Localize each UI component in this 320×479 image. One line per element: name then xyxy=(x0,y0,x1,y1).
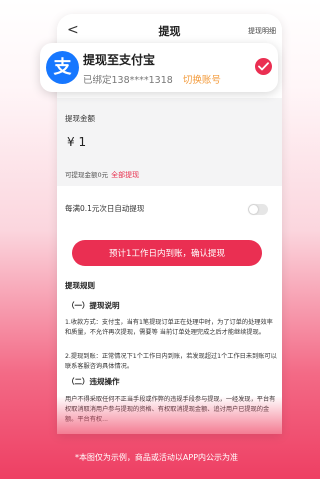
rules-item-3: 用户不得采取任何不正当手段或作弊的违规手段参与提现，一经发现，平台有权取消取消用… xyxy=(65,396,276,423)
bound-account: 已绑定138****1318 切换账号 xyxy=(83,72,221,86)
toggle-knob xyxy=(249,205,258,214)
auto-withdraw-row: 每满0.1元次日自动提现 xyxy=(57,195,282,223)
rules-section-1-title: （一）提现说明 xyxy=(67,301,120,310)
rules-title: 提现规则 xyxy=(65,281,95,290)
amount-label: 提现金额 xyxy=(65,114,95,123)
confirm-withdraw-button[interactable]: 预计1工作日内到账，确认提现 xyxy=(72,240,262,266)
amount-input[interactable]: ¥ 1 xyxy=(67,135,86,149)
withdraw-history-link[interactable]: 提现明细 xyxy=(248,26,276,36)
auto-withdraw-toggle[interactable] xyxy=(248,204,268,215)
auto-withdraw-label: 每满0.1元次日自动提现 xyxy=(65,204,145,213)
available-balance: 可提现金额0元 全部提现 xyxy=(65,169,139,180)
switch-account-link[interactable]: 切换账号 xyxy=(183,75,221,86)
alipay-icon: 支 xyxy=(46,51,79,84)
rules-item-2: 2.提现到账：正常情况下1个工作日内到账，若发现超过1个工作日未到账可以联系客服… xyxy=(65,353,277,370)
disclaimer: *本图仅为示例，商品或活动以APP内公示为准 xyxy=(74,453,239,462)
check-icon[interactable] xyxy=(255,58,272,75)
account-card-title: 提现至支付宝 xyxy=(83,53,156,67)
rules-section-2-title: （二）违规操作 xyxy=(67,377,120,386)
available-text: 可提现金额0元 xyxy=(65,171,109,179)
withdraw-all-button[interactable]: 全部提现 xyxy=(111,171,139,179)
rules-item-1: 1.收款方式：支付宝，当有1笔提现订单正在处理中时，为了订单的处理效率和质量，不… xyxy=(65,319,273,336)
bound-account-text: 已绑定138****1318 xyxy=(83,75,173,86)
alipay-account-card[interactable]: 支 提现至支付宝 已绑定138****1318 切换账号 xyxy=(40,43,278,92)
